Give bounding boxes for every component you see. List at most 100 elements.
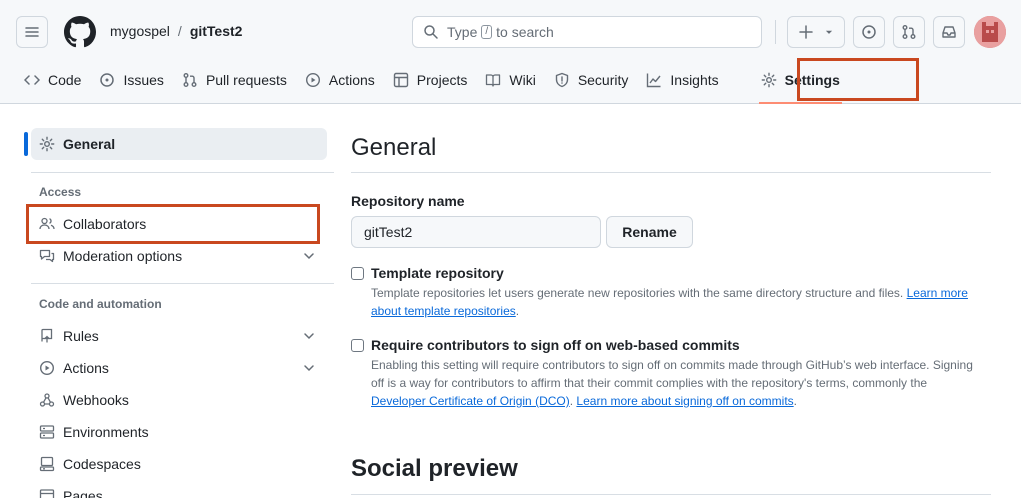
page-title: General bbox=[351, 134, 437, 161]
pull-requests-button[interactable] bbox=[893, 16, 925, 48]
github-logo-icon[interactable] bbox=[64, 16, 96, 48]
template-repository-description: Template repositories let users generate… bbox=[371, 284, 986, 320]
breadcrumb-repo[interactable]: gitTest2 bbox=[190, 23, 243, 39]
tab-security[interactable]: Security bbox=[546, 64, 637, 96]
book-icon bbox=[486, 74, 501, 87]
sidebar-item-label: Collaborators bbox=[63, 216, 147, 232]
tab-code[interactable]: Code bbox=[16, 64, 89, 96]
issue-icon bbox=[862, 25, 876, 39]
people-icon bbox=[39, 217, 55, 230]
chevron-down-icon bbox=[304, 253, 314, 260]
breadcrumb-owner[interactable]: mygospel bbox=[110, 23, 170, 39]
search-prefix: Type bbox=[447, 24, 478, 40]
sidebar-divider bbox=[31, 172, 334, 173]
sidebar-heading-access: Access bbox=[39, 185, 82, 199]
dco-link[interactable]: Developer Certificate of Origin (DCO) bbox=[371, 394, 570, 408]
tab-actions[interactable]: Actions bbox=[297, 64, 383, 96]
social-divider bbox=[351, 494, 991, 495]
webhook-icon bbox=[39, 393, 55, 407]
inbox-button[interactable] bbox=[933, 16, 965, 48]
tab-label: Projects bbox=[416, 72, 468, 88]
server-icon bbox=[39, 425, 55, 439]
sidebar-item-rules[interactable]: Rules bbox=[31, 320, 327, 352]
play-icon bbox=[39, 360, 55, 376]
gear-icon bbox=[761, 72, 777, 88]
repo-name-input[interactable]: gitTest2 bbox=[351, 216, 601, 248]
codespaces-icon bbox=[39, 456, 55, 472]
sidebar-item-general[interactable]: General bbox=[31, 128, 327, 160]
tab-issues[interactable]: Issues bbox=[91, 64, 171, 96]
rename-button[interactable]: Rename bbox=[606, 216, 693, 248]
repo-push-icon bbox=[41, 328, 53, 343]
tab-label: Issues bbox=[123, 72, 164, 88]
play-icon bbox=[305, 72, 320, 88]
sidebar-divider bbox=[31, 283, 334, 284]
comment-discussion-icon bbox=[39, 249, 55, 263]
pull-request-icon bbox=[183, 73, 197, 87]
sidebar-item-label: Moderation options bbox=[63, 248, 183, 264]
tab-label: Pull requests bbox=[205, 72, 287, 88]
signoff-desc-text: Enabling this setting will require contr… bbox=[371, 358, 973, 390]
gear-icon bbox=[39, 136, 55, 152]
sidebar-heading-code: Code and automation bbox=[39, 297, 162, 311]
tab-projects[interactable]: Projects bbox=[385, 64, 476, 96]
shield-icon bbox=[555, 72, 569, 88]
code-icon bbox=[24, 75, 40, 85]
chevron-down-icon bbox=[304, 365, 314, 372]
tab-wiki[interactable]: Wiki bbox=[477, 64, 543, 96]
signoff-learn-more-link[interactable]: Learn more about signing off on commits bbox=[576, 394, 793, 408]
sidebar-item-label: Rules bbox=[63, 328, 99, 344]
issues-button[interactable] bbox=[853, 16, 885, 48]
create-new-button[interactable] bbox=[787, 16, 845, 48]
template-desc-text: Template repositories let users generate… bbox=[371, 286, 904, 300]
menu-button[interactable] bbox=[16, 16, 48, 48]
repo-tabs: Code Issues Pull requests Actions Projec… bbox=[16, 64, 850, 104]
tab-label: Insights bbox=[670, 72, 719, 88]
template-repository-title: Template repository bbox=[371, 265, 504, 281]
app-header: mygospel / gitTest2 Type / to search Cod… bbox=[0, 0, 1021, 104]
sidebar-item-label: Environments bbox=[63, 424, 149, 440]
browser-icon bbox=[39, 489, 55, 498]
sidebar-item-actions[interactable]: Actions bbox=[31, 352, 327, 384]
avatar[interactable] bbox=[974, 16, 1006, 48]
tab-label: Wiki bbox=[509, 72, 536, 88]
sidebar-item-webhooks[interactable]: Webhooks bbox=[31, 384, 327, 416]
breadcrumb: mygospel / gitTest2 bbox=[110, 23, 242, 39]
issue-icon bbox=[100, 73, 115, 87]
pull-request-icon bbox=[902, 25, 916, 39]
signoff-description: Enabling this setting will require contr… bbox=[371, 356, 981, 410]
tab-label: Code bbox=[48, 72, 82, 88]
sidebar-item-collaborators[interactable]: Collaborators bbox=[31, 208, 327, 240]
inbox-icon bbox=[942, 26, 956, 38]
sidebar-item-label: Webhooks bbox=[63, 392, 129, 408]
sidebar-item-label: General bbox=[63, 136, 116, 152]
sidebar-item-codespaces[interactable]: Codespaces bbox=[31, 448, 327, 480]
signoff-checkbox[interactable] bbox=[351, 339, 364, 352]
tab-settings[interactable]: Settings bbox=[753, 64, 848, 104]
graph-icon bbox=[647, 73, 661, 88]
tab-label: Settings bbox=[784, 72, 840, 88]
plus-icon bbox=[799, 25, 813, 39]
active-indicator bbox=[24, 132, 28, 156]
sidebar-item-pages[interactable]: Pages bbox=[31, 480, 327, 498]
search-suffix: to search bbox=[496, 24, 554, 40]
search-shortcut-key: / bbox=[481, 25, 493, 39]
signoff-title: Require contributors to sign off on web-… bbox=[371, 337, 740, 353]
repo-name-label: Repository name bbox=[351, 193, 465, 209]
template-repository-checkbox[interactable] bbox=[351, 267, 364, 280]
signoff-desc-end: . bbox=[793, 394, 797, 408]
sidebar-item-label: Codespaces bbox=[63, 456, 141, 472]
sidebar-item-environments[interactable]: Environments bbox=[31, 416, 327, 448]
table-icon bbox=[393, 72, 408, 88]
sidebar-item-moderation[interactable]: Moderation options bbox=[31, 240, 327, 272]
identicon-icon bbox=[974, 16, 1006, 48]
tab-pull-requests[interactable]: Pull requests bbox=[174, 64, 295, 96]
template-desc-end: . bbox=[515, 304, 520, 318]
tab-label: Actions bbox=[328, 72, 375, 88]
search-input[interactable]: Type / to search bbox=[412, 16, 762, 48]
breadcrumb-separator: / bbox=[177, 23, 182, 39]
title-divider bbox=[351, 172, 991, 173]
social-preview-title: Social preview bbox=[351, 455, 518, 482]
chevron-down-icon bbox=[304, 333, 314, 340]
tab-insights[interactable]: Insights bbox=[638, 64, 726, 96]
